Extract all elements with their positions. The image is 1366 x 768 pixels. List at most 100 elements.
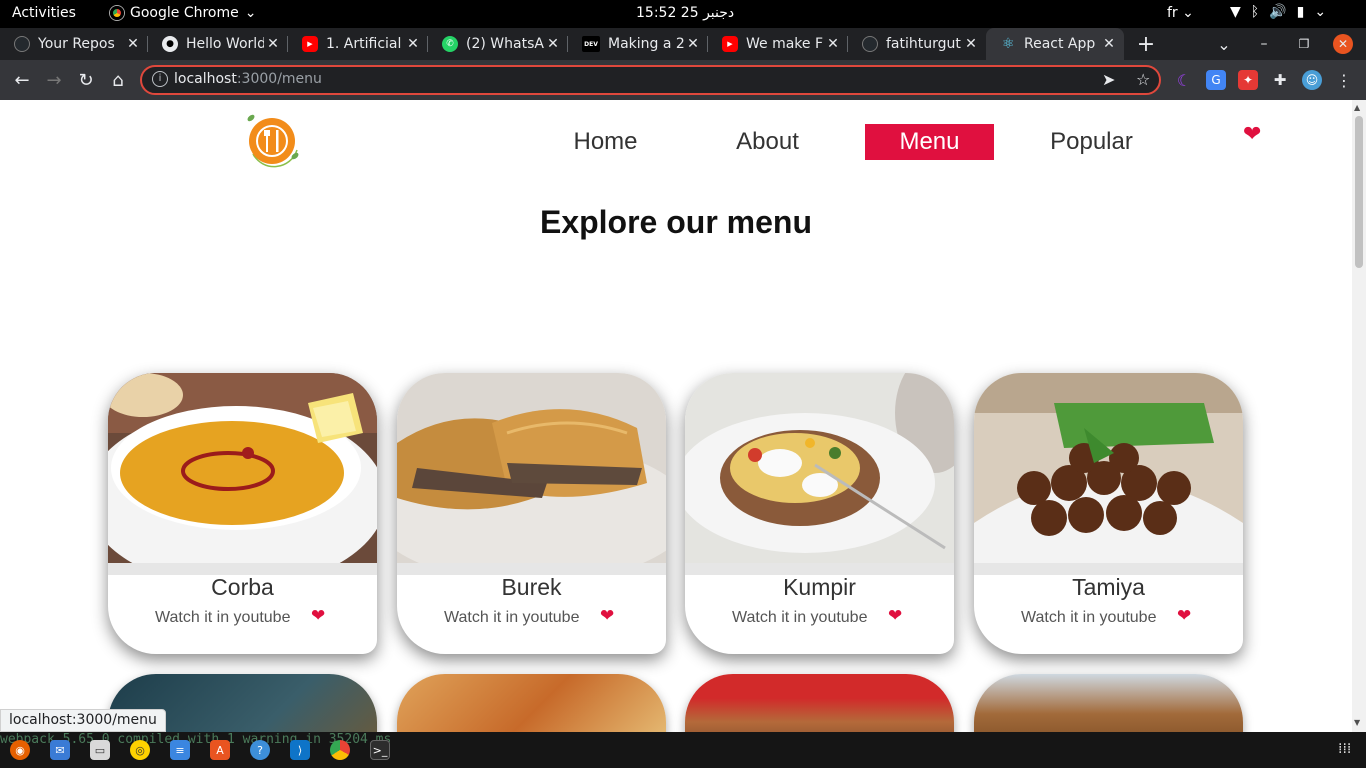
star-icon[interactable]: ☆ (1136, 70, 1150, 89)
send-icon[interactable]: ➤ (1102, 70, 1115, 89)
tab-3[interactable]: ✆ (2) WhatsA ✕ (428, 28, 568, 60)
dish-card-row2-2[interactable] (397, 674, 666, 732)
home-icon[interactable]: ⌂ (106, 68, 130, 92)
heart-icon[interactable]: ❤ (311, 606, 325, 626)
volume-icon: 🔊 (1269, 4, 1287, 20)
tab-5[interactable]: ▶ We make F ✕ (708, 28, 848, 60)
battery-icon: ▮ (1296, 4, 1305, 20)
close-icon[interactable]: ✕ (264, 36, 282, 52)
dish-name: Kumpir (783, 574, 856, 600)
tab-title: We make F (746, 36, 824, 52)
bluetooth-icon: ᛒ (1250, 4, 1260, 20)
close-icon[interactable]: ✕ (1100, 36, 1118, 52)
wifi-icon: ▼ (1230, 4, 1241, 20)
tab-title: React App (1024, 36, 1096, 52)
tab-search-button[interactable]: ⌄ (1212, 28, 1236, 60)
youtube-link[interactable]: Watch it in youtube (444, 609, 579, 627)
github-icon: ● (162, 36, 178, 52)
scroll-up-icon[interactable]: ▲ (1354, 103, 1360, 112)
scroll-down-icon[interactable]: ▼ (1354, 718, 1360, 727)
taskbar: webpack 5.65.0 compiled with 1 warning i… (0, 732, 1366, 768)
address-bar[interactable]: i localhost:3000/menu ➤ ☆ (140, 65, 1161, 95)
info-icon[interactable]: i (152, 71, 168, 87)
nav-menu[interactable]: Menu (865, 124, 994, 160)
system-tray[interactable]: ▼ ᛒ 🔊 ▮ ⌄ (1230, 4, 1326, 20)
reload-icon[interactable]: ↻ (74, 68, 98, 92)
page-scrollbar[interactable]: ▲ ▼ (1352, 100, 1366, 732)
close-window-button[interactable]: ✕ (1333, 34, 1353, 54)
rhythmbox-icon[interactable]: ◎ (130, 740, 150, 760)
software-center-icon[interactable]: A (210, 740, 230, 760)
dish-card-corba[interactable]: Corba Watch it in youtube ❤ (108, 373, 377, 654)
forward-icon[interactable]: → (42, 68, 66, 92)
chrome-icon[interactable] (330, 740, 350, 760)
show-apps-icon[interactable]: ⁞⁞⁞ (1338, 741, 1351, 757)
activities-button[interactable]: Activities (12, 5, 76, 21)
minimize-button[interactable]: – (1252, 28, 1276, 60)
dish-image-pastry (397, 373, 666, 563)
page-title: Explore our menu (539, 204, 813, 240)
tab-0[interactable]: Your Repos ✕ (0, 28, 148, 60)
dish-name: Corba (211, 574, 274, 600)
youtube-link[interactable]: Watch it in youtube (1021, 609, 1156, 627)
tab-7-active[interactable]: ⚛ React App ✕ (986, 28, 1124, 60)
heart-icon[interactable]: ❤ (1177, 606, 1191, 626)
close-icon[interactable]: ✕ (124, 36, 142, 52)
nav-popular[interactable]: Popular (1027, 124, 1156, 160)
close-icon[interactable]: ✕ (684, 36, 702, 52)
firefox-icon[interactable]: ◉ (10, 740, 30, 760)
dark-mode-extension-icon[interactable]: ☾ (1174, 70, 1194, 90)
close-icon[interactable]: ✕ (404, 36, 422, 52)
more-menu-icon[interactable]: ⋮ (1334, 70, 1354, 90)
favorites-heart-icon[interactable]: ❤ (1243, 122, 1261, 147)
dish-image-falafel (974, 373, 1243, 563)
tab-title: Your Repos (38, 36, 115, 52)
extensions-puzzle-icon[interactable]: ✚ (1270, 70, 1290, 90)
dish-card-row2-4[interactable] (974, 674, 1243, 732)
vscode-icon[interactable]: ⟩ (290, 740, 310, 760)
heart-icon[interactable]: ❤ (888, 606, 902, 626)
close-icon[interactable]: ✕ (544, 36, 562, 52)
translate-extension-icon[interactable]: G (1206, 70, 1226, 90)
app-menu[interactable]: Google Chrome ⌄ (110, 5, 256, 21)
files-icon[interactable]: ▭ (90, 740, 110, 760)
help-icon[interactable]: ? (250, 740, 270, 760)
language-indicator[interactable]: fr ⌄ (1167, 5, 1194, 21)
clock[interactable]: 15:52 25 دجنبر (636, 5, 734, 21)
terminal-icon[interactable]: >_ (370, 740, 390, 760)
dish-card-burek[interactable]: Burek Watch it in youtube ❤ (397, 373, 666, 654)
new-tab-button[interactable]: + (1134, 28, 1158, 60)
site-logo[interactable] (245, 110, 301, 172)
thunderbird-icon[interactable]: ✉ (50, 740, 70, 760)
restore-button[interactable]: ❐ (1292, 28, 1316, 60)
tab-title: fatihturgut (886, 36, 961, 52)
youtube-link[interactable]: Watch it in youtube (155, 609, 290, 627)
tab-1[interactable]: ● Hello World ✕ (148, 28, 288, 60)
dish-card-kumpir[interactable]: Kumpir Watch it in youtube ❤ (685, 373, 954, 654)
red-extension-icon[interactable]: ✦ (1238, 70, 1258, 90)
tab-6[interactable]: fatihturgut ✕ (848, 28, 986, 60)
nav-about[interactable]: About (703, 124, 832, 160)
chevron-down-icon: ⌄ (1314, 4, 1327, 20)
dish-card-tamiya[interactable]: Tamiya Watch it in youtube ❤ (974, 373, 1243, 654)
url-text[interactable]: localhost:3000/menu (174, 71, 322, 87)
close-icon[interactable]: ✕ (824, 36, 842, 52)
tab-strip: Your Repos ✕ ● Hello World ✕ ▶ 1. Artifi… (0, 28, 1366, 60)
tab-4[interactable]: DEV Making a 2 ✕ (568, 28, 708, 60)
back-icon[interactable]: ← (10, 68, 34, 92)
scrollbar-thumb[interactable] (1355, 116, 1363, 268)
dish-name: Tamiya (1072, 574, 1145, 600)
heart-icon[interactable]: ❤ (600, 606, 614, 626)
tab-title: Making a 2 (608, 36, 684, 52)
youtube-icon: ▶ (302, 36, 318, 52)
tab-2[interactable]: ▶ 1. Artificial ✕ (288, 28, 428, 60)
tab-title: Hello World (186, 36, 264, 52)
dish-card-row2-3[interactable] (685, 674, 954, 732)
text-editor-icon[interactable]: ≡ (170, 740, 190, 760)
youtube-link[interactable]: Watch it in youtube (732, 609, 867, 627)
github-icon (14, 36, 30, 52)
nav-home[interactable]: Home (541, 124, 670, 160)
close-icon[interactable]: ✕ (962, 36, 980, 52)
profile-avatar[interactable]: ☺ (1302, 70, 1322, 90)
web-page: Home About Menu Popular ❤ Explore our me… (0, 100, 1352, 732)
